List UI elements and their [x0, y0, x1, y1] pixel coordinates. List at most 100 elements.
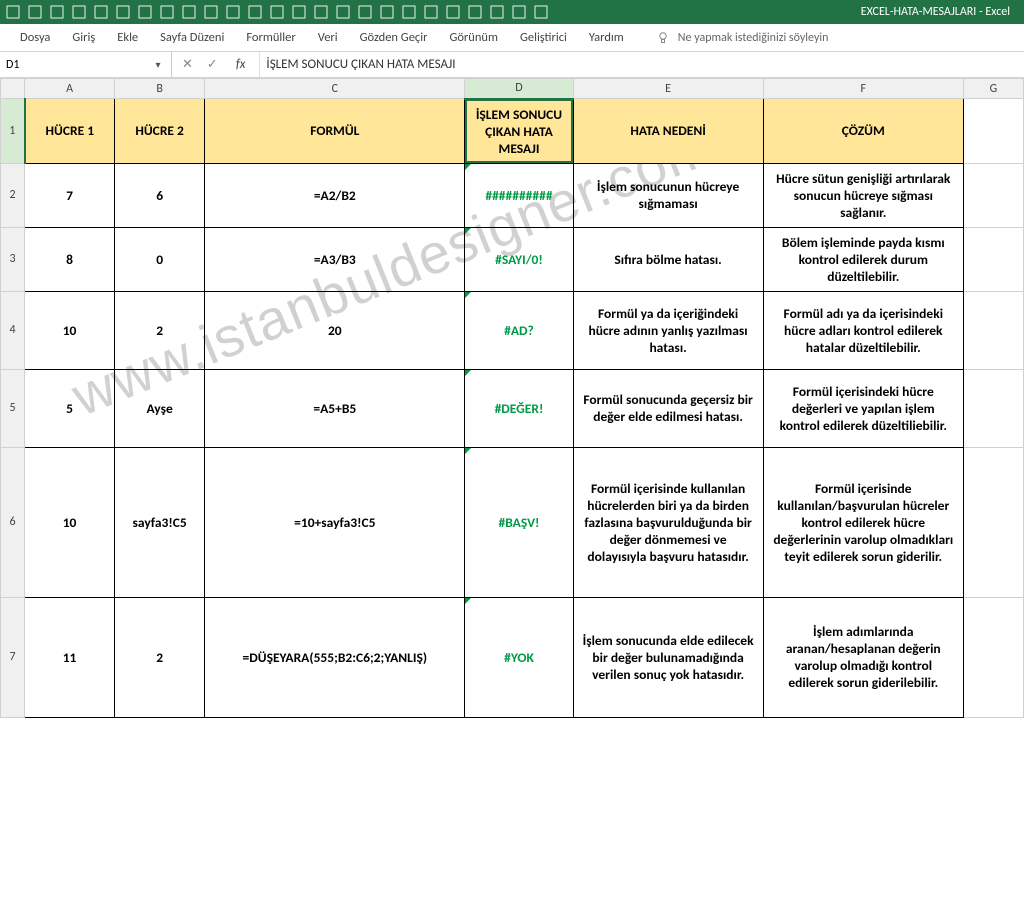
cell-B5[interactable]: Ayşe	[115, 369, 205, 447]
cell-B3[interactable]: 0	[115, 227, 205, 291]
tab-gözden geçir[interactable]: Gözden Geçir	[350, 24, 438, 51]
delete-sheet-icon[interactable]	[358, 5, 372, 19]
cell-D1[interactable]: İŞLEM SONUCU ÇIKAN HATA MESAJI	[465, 99, 573, 164]
cell-A4[interactable]: 10	[25, 291, 115, 369]
spreadsheet-grid[interactable]: www.istanbuldesigner.com A B C D E F G 1…	[0, 78, 1024, 900]
row-header-7[interactable]: 7	[1, 597, 25, 717]
cell-G3[interactable]	[963, 227, 1023, 291]
cell-C6[interactable]: =10+sayfa3!C5	[205, 447, 465, 597]
cell-F6[interactable]: Formül içerisinde kullanılan/başvurulan …	[763, 447, 963, 597]
cell-F4[interactable]: Formül adı ya da içerisindeki hücre adla…	[763, 291, 963, 369]
cell-B7[interactable]: 2	[115, 597, 205, 717]
tab-giriş[interactable]: Giriş	[62, 24, 105, 51]
row-header-3[interactable]: 3	[1, 227, 25, 291]
cell-G4[interactable]	[963, 291, 1023, 369]
cell-G2[interactable]	[963, 163, 1023, 227]
cell-F5[interactable]: Formül içerisindeki hücre değerleri ve y…	[763, 369, 963, 447]
cell-G5[interactable]	[963, 369, 1023, 447]
cut-icon[interactable]	[424, 5, 438, 19]
cell-B4[interactable]: 2	[115, 291, 205, 369]
cell-A5[interactable]: 5	[25, 369, 115, 447]
name-box[interactable]: D1 ▾	[0, 52, 172, 77]
email-icon[interactable]	[182, 5, 196, 19]
filter-icon[interactable]	[292, 5, 306, 19]
cell-B2[interactable]: 6	[115, 163, 205, 227]
cell-G1[interactable]	[963, 99, 1023, 164]
freeze-icon[interactable]	[314, 5, 328, 19]
cell-A6[interactable]: 10	[25, 447, 115, 597]
cell-D5[interactable]: #DEĞER!	[465, 369, 573, 447]
cell-G7[interactable]	[963, 597, 1023, 717]
cell-C1[interactable]: FORMÜL	[205, 99, 465, 164]
row-header-1[interactable]: 1	[1, 99, 25, 164]
sort-desc-icon[interactable]	[270, 5, 284, 19]
borders-icon[interactable]	[380, 5, 394, 19]
cell-E2[interactable]: İşlem sonucunun hücreye sığmaması	[573, 163, 763, 227]
tab-dosya[interactable]: Dosya	[10, 24, 60, 51]
tell-me-search[interactable]: Ne yapmak istediğinizi söyleyin	[656, 31, 829, 45]
copy-icon[interactable]	[446, 5, 460, 19]
cell-C5[interactable]: =A5+B5	[205, 369, 465, 447]
cell-E3[interactable]: Sıfıra bölme hatası.	[573, 227, 763, 291]
cell-C3[interactable]: =A3/B3	[205, 227, 465, 291]
formula-input[interactable]: İŞLEM SONUCU ÇIKAN HATA MESAJI	[259, 52, 1024, 77]
cell-E4[interactable]: Formül ya da içeriğindeki hücre adının y…	[573, 291, 763, 369]
quickprint-icon[interactable]	[160, 5, 174, 19]
sort-asc-icon[interactable]	[248, 5, 262, 19]
cell-B1[interactable]: HÜCRE 2	[115, 99, 205, 164]
cell-D3[interactable]: #SAYI/0!	[465, 227, 573, 291]
paste-icon[interactable]	[468, 5, 482, 19]
cell-C2[interactable]: =A2/B2	[205, 163, 465, 227]
cell-F1[interactable]: ÇÖZÜM	[763, 99, 963, 164]
open-icon[interactable]	[116, 5, 130, 19]
cell-F7[interactable]: İşlem adımlarında aranan/hesaplanan değe…	[763, 597, 963, 717]
confirm-formula-button[interactable]: ✓	[207, 57, 218, 72]
cell-A3[interactable]: 8	[25, 227, 115, 291]
tab-görünüm[interactable]: Görünüm	[439, 24, 508, 51]
cell-F3[interactable]: Bölem işleminde payda kısmı kontrol edil…	[763, 227, 963, 291]
cell-F2[interactable]: Hücre sütun genişliği artırılarak sonucu…	[763, 163, 963, 227]
cell-E7[interactable]: İşlem sonucunda elde edilecek bir değer …	[573, 597, 763, 717]
select-all-corner[interactable]	[1, 79, 25, 99]
col-header-E[interactable]: E	[573, 79, 763, 99]
cell-E5[interactable]: Formül sonucunda geçersiz bir değer elde…	[573, 369, 763, 447]
save-icon[interactable]	[6, 5, 20, 19]
col-header-G[interactable]: G	[963, 79, 1023, 99]
cell-D7[interactable]: #YOK	[465, 597, 573, 717]
tab-geliştirici[interactable]: Geliştirici	[510, 24, 577, 51]
row-header-6[interactable]: 6	[1, 447, 25, 597]
col-header-D[interactable]: D	[465, 79, 573, 99]
more-icon[interactable]	[534, 5, 548, 19]
cell-G6[interactable]	[963, 447, 1023, 597]
cancel-formula-button[interactable]: ✕	[182, 57, 193, 72]
insert-sheet-icon[interactable]	[336, 5, 350, 19]
cell-D6[interactable]: #BAŞV!	[465, 447, 573, 597]
tab-formüller[interactable]: Formüller	[236, 24, 305, 51]
tab-veri[interactable]: Veri	[308, 24, 348, 51]
cell-A7[interactable]: 11	[25, 597, 115, 717]
cell-A1[interactable]: HÜCRE 1	[25, 99, 115, 164]
col-header-F[interactable]: F	[763, 79, 963, 99]
row-header-5[interactable]: 5	[1, 369, 25, 447]
col-header-A[interactable]: A	[25, 79, 115, 99]
fx-icon[interactable]	[402, 5, 416, 19]
touch-icon[interactable]	[72, 5, 86, 19]
chevron-down-icon[interactable]: ▾	[151, 58, 165, 71]
fx-icon[interactable]: fx	[232, 57, 250, 72]
cell-A2[interactable]: 7	[25, 163, 115, 227]
col-header-B[interactable]: B	[115, 79, 205, 99]
tab-yardım[interactable]: Yardım	[579, 24, 634, 51]
new-window-icon[interactable]	[490, 5, 504, 19]
new-icon[interactable]	[94, 5, 108, 19]
cell-E6[interactable]: Formül içerisinde kullanılan hücrelerden…	[573, 447, 763, 597]
row-header-4[interactable]: 4	[1, 291, 25, 369]
redo-icon[interactable]	[50, 5, 64, 19]
cell-D2[interactable]: ##########	[465, 163, 573, 227]
tab-ekle[interactable]: Ekle	[107, 24, 148, 51]
cell-C7[interactable]: =DÜŞEYARA(555;B2:C6;2;YANLIŞ)	[205, 597, 465, 717]
save-as-icon[interactable]	[512, 5, 526, 19]
spell-icon[interactable]	[226, 5, 240, 19]
undo-icon[interactable]	[28, 5, 42, 19]
row-header-2[interactable]: 2	[1, 163, 25, 227]
preview-icon[interactable]	[204, 5, 218, 19]
